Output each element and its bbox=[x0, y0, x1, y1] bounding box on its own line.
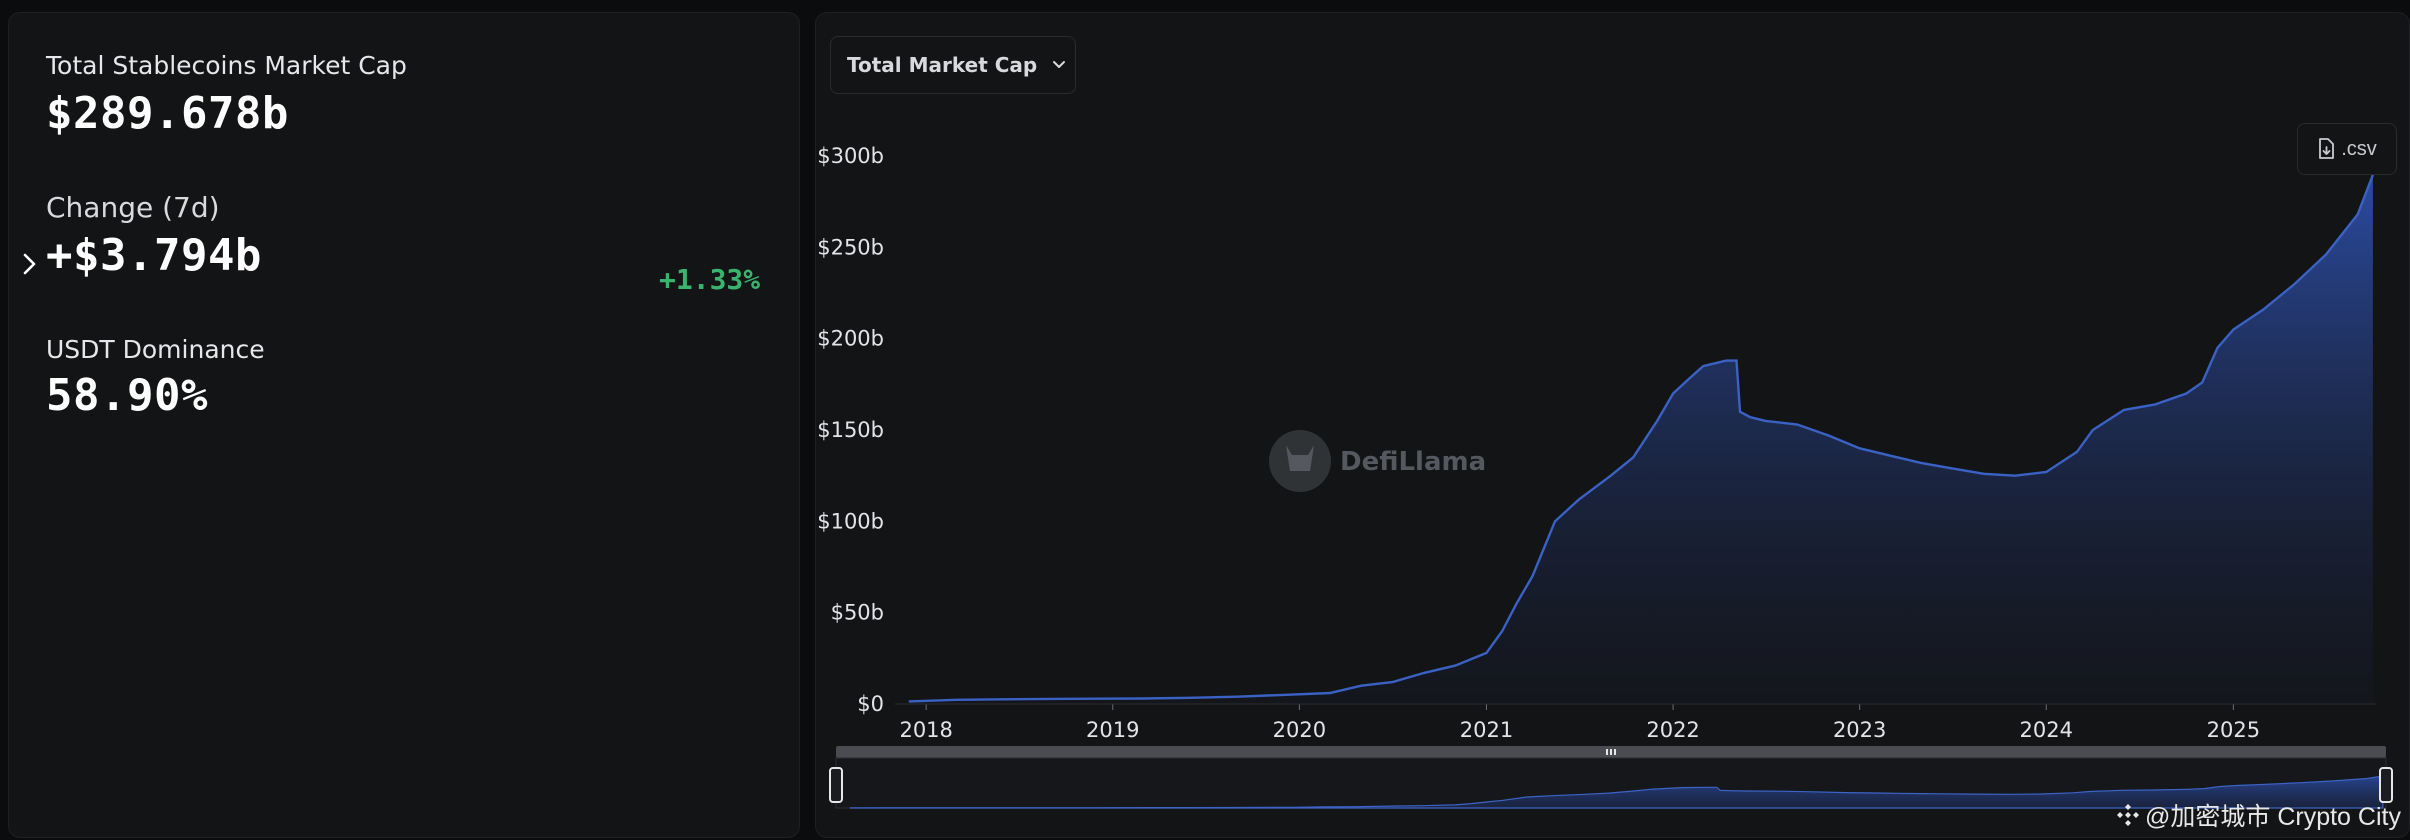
usdt-dominance-value: 58.90% bbox=[46, 370, 208, 421]
chart-panel: $0 $50b $100b $150b $200b $250b $300b 2018 2019… bbox=[815, 12, 2410, 838]
x-tick-label: 2019 bbox=[1086, 718, 1139, 742]
x-tick-label: 2023 bbox=[1833, 718, 1886, 742]
market-cap-chart: $0 $50b $100b $150b $200b $250b $300b 2018 2019… bbox=[817, 144, 2393, 809]
usdt-dominance-stat: USDT Dominance 58.90% bbox=[46, 335, 265, 421]
change-7d-value: +$3.794b bbox=[46, 230, 262, 281]
x-tick-label: 2022 bbox=[1646, 718, 1699, 742]
chevron-down-icon bbox=[1053, 61, 1066, 68]
stats-panel: Total Stablecoins Market Cap $289.678b C… bbox=[8, 12, 800, 838]
metric-dropdown-label: Total Market Cap bbox=[847, 53, 1038, 77]
file-download-icon bbox=[2319, 138, 2335, 159]
y-axis: $0 $50b $100b $150b $200b $250b $300b bbox=[817, 144, 884, 716]
x-tick-label: 2020 bbox=[1273, 718, 1326, 742]
watermark-text: DefiLlama bbox=[1340, 447, 1486, 477]
total-market-cap-label: Total Stablecoins Market Cap bbox=[46, 51, 407, 80]
download-csv-button[interactable]: .csv bbox=[2297, 123, 2397, 175]
change-7d-percent: +1.33% bbox=[659, 263, 761, 296]
y-tick-label: $200b bbox=[817, 327, 884, 351]
change-7d-label: Change (7d) bbox=[46, 191, 220, 224]
total-market-cap-value: $289.678b bbox=[46, 88, 289, 139]
chevron-right-icon[interactable] bbox=[19, 249, 41, 279]
y-tick-label: $150b bbox=[817, 418, 884, 442]
y-tick-label: $50b bbox=[831, 601, 884, 625]
y-tick-label: $0 bbox=[857, 692, 884, 716]
download-csv-label: .csv bbox=[2341, 137, 2377, 160]
market-cap-area bbox=[908, 174, 2373, 705]
y-tick-label: $100b bbox=[817, 509, 884, 533]
x-tick-label: 2024 bbox=[2020, 718, 2073, 742]
x-tick-label: 2021 bbox=[1460, 718, 1513, 742]
slider-left-handle[interactable] bbox=[829, 767, 843, 803]
usdt-dominance-label: USDT Dominance bbox=[46, 335, 265, 364]
binance-logo-icon bbox=[2117, 804, 2139, 826]
credit-watermark: @加密城市 Crypto City bbox=[2115, 797, 2401, 833]
total-market-cap-stat: Total Stablecoins Market Cap $289.678b bbox=[46, 51, 407, 139]
y-tick-label: $300b bbox=[817, 144, 884, 168]
llama-logo-icon bbox=[1269, 430, 1331, 492]
metric-dropdown[interactable]: Total Market Cap bbox=[830, 36, 1076, 94]
x-axis: 2018 2019 2020 2021 2022 2023 2024 2025 bbox=[899, 704, 2260, 742]
credit-text: @加密城市 Crypto City bbox=[2145, 803, 2401, 831]
watermark: DefiLlama bbox=[1269, 430, 1486, 492]
change-7d-stat: Change (7d) +$3.794b bbox=[46, 191, 262, 281]
y-tick-label: $250b bbox=[817, 235, 884, 259]
x-tick-label: 2025 bbox=[2207, 718, 2260, 742]
slider-grip-icon[interactable] bbox=[1606, 749, 1616, 755]
x-tick-label: 2018 bbox=[899, 718, 952, 742]
